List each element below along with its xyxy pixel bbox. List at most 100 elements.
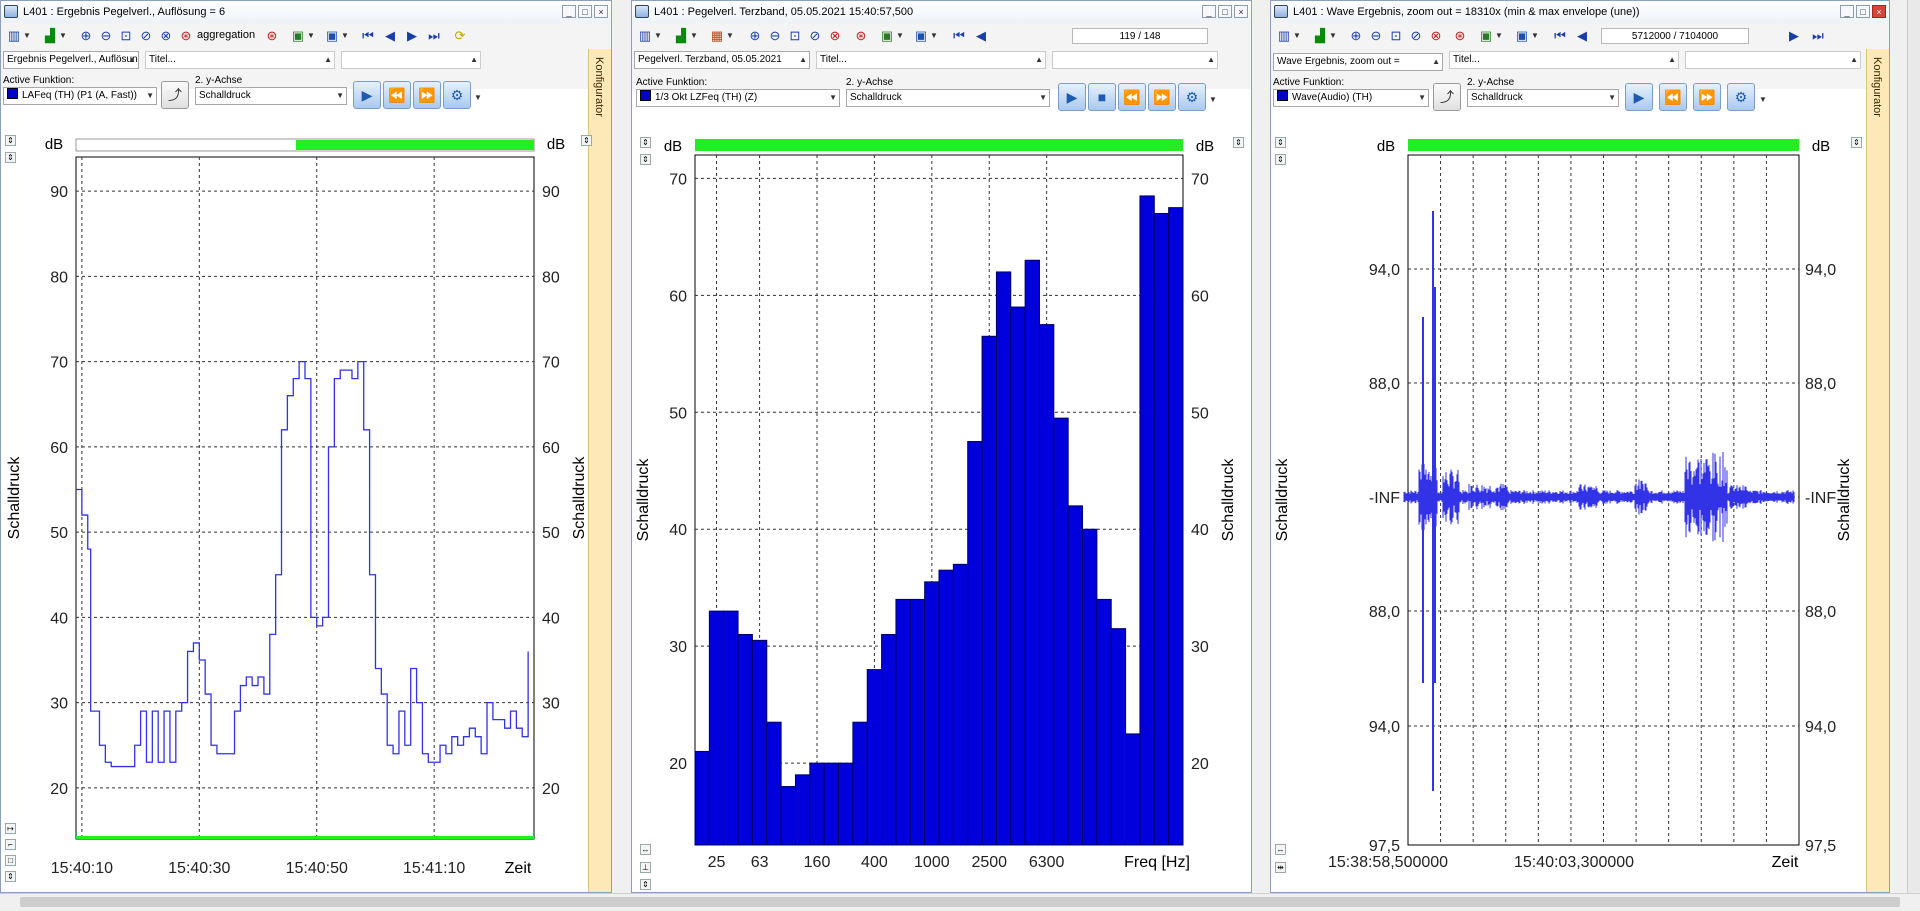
zoom-y-icon[interactable]: ⊗: [1427, 27, 1445, 45]
window-titlebar[interactable]: L401 : Wave Ergebnis, zoom out = 18310x …: [1271, 1, 1889, 24]
chart-level-history[interactable]: 20 20 30 30 40 40 50 50 60 60 70 70 80 80 90 90 15:40:10…: [1, 127, 591, 891]
chevron-down-icon[interactable]: ▼: [896, 27, 904, 45]
maximize-button[interactable]: □: [1218, 5, 1232, 18]
zoom-in-icon[interactable]: ⊕: [1347, 27, 1365, 45]
chevron-down-icon[interactable]: ▼: [23, 27, 31, 45]
yaxis2-select[interactable]: Schalldruck ▼: [1467, 89, 1619, 107]
excel-export-icon[interactable]: ▣: [878, 27, 896, 45]
chevron-down-icon[interactable]: ▼: [690, 27, 698, 45]
bar-chart-icon[interactable]: ▟: [1311, 27, 1329, 45]
fast-forward-button[interactable]: ⏩: [413, 81, 441, 109]
chevron-down-icon[interactable]: ▼: [930, 27, 938, 45]
minimize-button[interactable]: _: [1840, 5, 1854, 18]
window-wave[interactable]: L401 : Wave Ergebnis, zoom out = 18310x …: [1270, 0, 1890, 893]
chevron-down-icon[interactable]: ▼: [726, 27, 734, 45]
title-field-extra[interactable]: ▲: [341, 51, 481, 69]
title-field-extra[interactable]: ▲: [1052, 51, 1218, 69]
zoom-in-icon[interactable]: ⊕: [746, 27, 764, 45]
chevron-down-icon[interactable]: ▼: [1531, 27, 1539, 45]
chevron-down-icon[interactable]: ▼: [474, 89, 482, 107]
zoom-fit-icon[interactable]: ⊡: [1387, 27, 1405, 45]
chevron-down-icon[interactable]: ▼: [1495, 27, 1503, 45]
frame-counter[interactable]: 119 / 148: [1072, 28, 1208, 44]
close-button[interactable]: ×: [1872, 5, 1886, 18]
first-icon[interactable]: ⏮: [1551, 27, 1569, 45]
close-button[interactable]: ×: [1234, 5, 1248, 18]
word-export-icon[interactable]: ▣: [1513, 27, 1531, 45]
konfigurator-panel[interactable]: Konfigurator: [588, 49, 611, 892]
stop-button[interactable]: ■: [1088, 83, 1116, 111]
settings-button[interactable]: ⚙: [1178, 83, 1206, 111]
zoom-fit-icon[interactable]: ⊡: [786, 27, 804, 45]
zoom-in-icon[interactable]: ⊕: [77, 27, 95, 45]
yaxis2-select[interactable]: Schalldruck ▼: [846, 89, 1050, 107]
window-titlebar[interactable]: L401 : Pegelverl. Terzband, 05.05.2021 1…: [632, 1, 1251, 24]
konfigurator-panel[interactable]: Konfigurator: [1866, 49, 1889, 892]
rewind-button[interactable]: ⏪: [1659, 83, 1687, 111]
next-icon[interactable]: ▶: [403, 27, 421, 45]
settings-button[interactable]: ⚙: [1727, 83, 1755, 111]
aggregation-icon[interactable]: ⊛: [177, 27, 195, 45]
zoom-x-icon[interactable]: ⊘: [806, 27, 824, 45]
bar-chart-icon[interactable]: ▟: [41, 27, 59, 45]
source-combo[interactable]: Ergebnis Pegelverl., Auflösung ▲: [3, 51, 139, 69]
source-combo[interactable]: Pegelverl. Terzband, 05.05.2021 ▲: [634, 51, 810, 69]
previous-icon[interactable]: ◀: [972, 27, 990, 45]
previous-icon[interactable]: ◀: [1573, 27, 1591, 45]
zoom-y-icon[interactable]: ⊗: [157, 27, 175, 45]
active-function-select[interactable]: LAFeq (TH) (P1 (A, Fast)) ▼: [3, 87, 157, 105]
zoom-y-icon[interactable]: ⊗: [826, 27, 844, 45]
active-function-select[interactable]: Wave(Audio) (TH) ▼: [1273, 89, 1429, 107]
title-field[interactable]: Titel... ▲: [1449, 51, 1679, 69]
aggregation-label[interactable]: aggregation: [197, 29, 255, 41]
rewind-button[interactable]: ⏪: [383, 81, 411, 109]
grid-view-icon[interactable]: ▥: [1275, 27, 1293, 45]
previous-icon[interactable]: ◀: [381, 27, 399, 45]
chevron-down-icon[interactable]: ▼: [307, 27, 315, 45]
chevron-down-icon[interactable]: ▼: [1293, 27, 1301, 45]
curve-style-button[interactable]: ⤴: [161, 81, 189, 109]
zoom-out-icon[interactable]: ⊖: [766, 27, 784, 45]
excel-export-icon[interactable]: ▣: [289, 27, 307, 45]
grid-view-icon[interactable]: ▥: [5, 27, 23, 45]
spectrum-icon[interactable]: ▦: [708, 27, 726, 45]
cursor-icon[interactable]: ⊛: [1451, 27, 1469, 45]
excel-export-icon[interactable]: ▣: [1477, 27, 1495, 45]
chart-wave[interactable]: 94,0 94,0 88,0 88,0 -INF -INF 88,0 88,0 94,0 94,0…: [1271, 129, 1866, 893]
window-third-octave[interactable]: L401 : Pegelverl. Terzband, 05.05.2021 1…: [631, 0, 1252, 893]
last-icon[interactable]: ⏭: [425, 27, 443, 45]
title-field[interactable]: Titel... ▲: [145, 51, 335, 69]
minimize-button[interactable]: _: [1202, 5, 1216, 18]
chevron-down-icon[interactable]: ▼: [1329, 27, 1337, 45]
active-function-select[interactable]: 1/3 Okt LZFeq (TH) (Z) ▼: [636, 89, 840, 107]
sample-counter[interactable]: 5712000 / 7104000: [1601, 28, 1749, 44]
curve-style-button[interactable]: ⤴: [1433, 83, 1461, 111]
window-titlebar[interactable]: L401 : Ergebnis Pegelverl., Auflösung = …: [1, 1, 611, 24]
fast-forward-button[interactable]: ⏩: [1148, 83, 1176, 111]
play-button[interactable]: ▶: [353, 81, 381, 109]
vertical-scrollbar[interactable]: [1907, 0, 1920, 893]
source-combo[interactable]: Wave Ergebnis, zoom out = ▲: [1273, 53, 1443, 71]
fast-forward-button[interactable]: ⏩: [1693, 83, 1721, 111]
maximize-button[interactable]: □: [1856, 5, 1870, 18]
title-field-extra[interactable]: ▲: [1685, 51, 1861, 69]
yaxis2-select[interactable]: Schalldruck ▼: [195, 87, 347, 105]
title-field[interactable]: Titel... ▲: [816, 51, 1046, 69]
word-export-icon[interactable]: ▣: [912, 27, 930, 45]
window-level-history[interactable]: L401 : Ergebnis Pegelverl., Auflösung = …: [0, 0, 612, 893]
zoom-x-icon[interactable]: ⊘: [137, 27, 155, 45]
zoom-fit-icon[interactable]: ⊡: [117, 27, 135, 45]
play-button[interactable]: ▶: [1058, 83, 1086, 111]
chevron-down-icon[interactable]: ▼: [1209, 91, 1217, 109]
zoom-out-icon[interactable]: ⊖: [1367, 27, 1385, 45]
zoom-out-icon[interactable]: ⊖: [97, 27, 115, 45]
next-icon[interactable]: ▶: [1785, 27, 1803, 45]
close-button[interactable]: ×: [594, 5, 608, 18]
cursor-icon[interactable]: ⊛: [852, 27, 870, 45]
chevron-down-icon[interactable]: ▼: [654, 27, 662, 45]
minimize-button[interactable]: _: [562, 5, 576, 18]
settings-button[interactable]: ⚙: [443, 81, 471, 109]
grid-view-icon[interactable]: ▥: [636, 27, 654, 45]
cursor-icon[interactable]: ⊛: [263, 27, 281, 45]
bar-chart-icon[interactable]: ▟: [672, 27, 690, 45]
